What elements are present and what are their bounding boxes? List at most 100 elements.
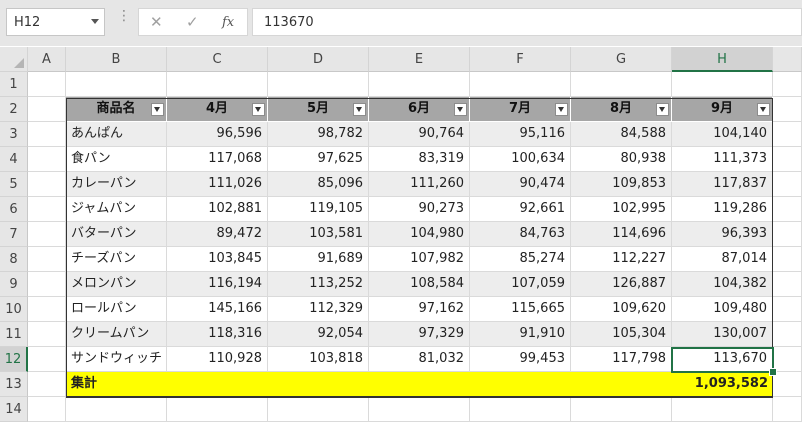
column-header-f[interactable]: F bbox=[470, 47, 571, 72]
sales-value-cell[interactable]: 112,227 bbox=[571, 247, 672, 272]
filter-dropdown-icon[interactable] bbox=[555, 103, 568, 116]
sales-value-cell[interactable]: 92,661 bbox=[470, 197, 571, 222]
cell[interactable] bbox=[773, 322, 802, 347]
sales-value-cell[interactable]: 81,032 bbox=[369, 347, 470, 372]
sales-value-cell[interactable]: 108,584 bbox=[369, 272, 470, 297]
cell[interactable] bbox=[66, 72, 167, 97]
sales-value-cell[interactable]: 113,670 bbox=[672, 347, 773, 372]
sales-value-cell[interactable]: 98,782 bbox=[268, 122, 369, 147]
product-name-cell[interactable]: あんぱん bbox=[66, 122, 167, 147]
product-name-cell[interactable]: カレーパン bbox=[66, 172, 167, 197]
sales-value-cell[interactable]: 96,596 bbox=[167, 122, 268, 147]
sales-value-cell[interactable]: 104,140 bbox=[672, 122, 773, 147]
cell[interactable] bbox=[773, 347, 802, 372]
cell[interactable] bbox=[28, 147, 66, 172]
sales-value-cell[interactable]: 117,798 bbox=[571, 347, 672, 372]
cell[interactable] bbox=[28, 97, 66, 122]
sales-value-cell[interactable]: 110,928 bbox=[167, 347, 268, 372]
table-header-cell[interactable]: 6月 bbox=[369, 97, 470, 122]
cell[interactable] bbox=[268, 72, 369, 97]
cell[interactable] bbox=[773, 72, 802, 97]
filter-dropdown-icon[interactable] bbox=[757, 103, 770, 116]
sales-value-cell[interactable]: 92,054 bbox=[268, 322, 369, 347]
sales-value-cell[interactable]: 96,393 bbox=[672, 222, 773, 247]
cell[interactable] bbox=[672, 72, 773, 97]
filter-dropdown-icon[interactable] bbox=[252, 103, 265, 116]
sales-value-cell[interactable]: 119,286 bbox=[672, 197, 773, 222]
cell[interactable] bbox=[773, 372, 802, 397]
filter-dropdown-icon[interactable] bbox=[454, 103, 467, 116]
cell[interactable] bbox=[167, 397, 268, 422]
cell[interactable] bbox=[773, 122, 802, 147]
cell[interactable] bbox=[66, 397, 167, 422]
sales-value-cell[interactable]: 97,625 bbox=[268, 147, 369, 172]
sales-value-cell[interactable]: 90,474 bbox=[470, 172, 571, 197]
sales-value-cell[interactable]: 95,116 bbox=[470, 122, 571, 147]
sales-value-cell[interactable]: 103,845 bbox=[167, 247, 268, 272]
sales-value-cell[interactable]: 130,007 bbox=[672, 322, 773, 347]
cell[interactable] bbox=[268, 397, 369, 422]
row-header-13[interactable]: 13 bbox=[0, 372, 28, 397]
cell[interactable] bbox=[773, 172, 802, 197]
sales-value-cell[interactable]: 107,982 bbox=[369, 247, 470, 272]
sales-value-cell[interactable]: 103,818 bbox=[268, 347, 369, 372]
cell[interactable] bbox=[28, 347, 66, 372]
cell[interactable] bbox=[773, 222, 802, 247]
sales-value-cell[interactable]: 105,304 bbox=[571, 322, 672, 347]
row-header-12[interactable]: 12 bbox=[0, 347, 28, 372]
cell[interactable] bbox=[773, 97, 802, 122]
row-header-5[interactable]: 5 bbox=[0, 172, 28, 197]
column-header-b[interactable]: B bbox=[66, 47, 167, 72]
cell[interactable] bbox=[672, 397, 773, 422]
product-name-cell[interactable]: ジャムパン bbox=[66, 197, 167, 222]
sales-value-cell[interactable]: 145,166 bbox=[167, 297, 268, 322]
cell[interactable] bbox=[470, 397, 571, 422]
sales-value-cell[interactable]: 89,472 bbox=[167, 222, 268, 247]
product-name-cell[interactable]: バターパン bbox=[66, 222, 167, 247]
sales-value-cell[interactable]: 117,837 bbox=[672, 172, 773, 197]
sales-value-cell[interactable]: 91,910 bbox=[470, 322, 571, 347]
sales-value-cell[interactable]: 117,068 bbox=[167, 147, 268, 172]
cell[interactable] bbox=[28, 222, 66, 247]
sales-value-cell[interactable]: 126,887 bbox=[571, 272, 672, 297]
row-header-9[interactable]: 9 bbox=[0, 272, 28, 297]
sales-value-cell[interactable]: 115,665 bbox=[470, 297, 571, 322]
sales-value-cell[interactable]: 85,096 bbox=[268, 172, 369, 197]
filter-dropdown-icon[interactable] bbox=[656, 103, 669, 116]
sales-value-cell[interactable]: 102,995 bbox=[571, 197, 672, 222]
sales-value-cell[interactable]: 112,329 bbox=[268, 297, 369, 322]
enter-icon[interactable]: ✓ bbox=[186, 13, 199, 31]
cell[interactable] bbox=[369, 397, 470, 422]
table-header-cell[interactable]: 4月 bbox=[167, 97, 268, 122]
column-header-d[interactable]: D bbox=[268, 47, 369, 72]
product-name-cell[interactable]: ロールパン bbox=[66, 297, 167, 322]
cell[interactable] bbox=[28, 172, 66, 197]
sales-value-cell[interactable]: 84,588 bbox=[571, 122, 672, 147]
sales-value-cell[interactable]: 111,260 bbox=[369, 172, 470, 197]
sales-value-cell[interactable]: 107,059 bbox=[470, 272, 571, 297]
sales-value-cell[interactable]: 99,453 bbox=[470, 347, 571, 372]
cell[interactable] bbox=[369, 72, 470, 97]
table-header-cell[interactable]: 5月 bbox=[268, 97, 369, 122]
cell[interactable] bbox=[470, 72, 571, 97]
product-name-cell[interactable]: チーズパン bbox=[66, 247, 167, 272]
drag-handle-icon[interactable]: ⋮ bbox=[117, 9, 131, 23]
cell[interactable] bbox=[773, 197, 802, 222]
cell[interactable] bbox=[28, 372, 66, 397]
cell[interactable] bbox=[28, 122, 66, 147]
select-all-button[interactable] bbox=[0, 47, 28, 72]
row-header-11[interactable]: 11 bbox=[0, 322, 28, 347]
fill-handle[interactable] bbox=[769, 368, 777, 376]
table-header-cell[interactable]: 商品名 bbox=[66, 97, 167, 122]
row-header-1[interactable]: 1 bbox=[0, 72, 28, 97]
cell[interactable] bbox=[773, 247, 802, 272]
column-header-h[interactable]: H bbox=[672, 47, 773, 72]
row-header-10[interactable]: 10 bbox=[0, 297, 28, 322]
cell[interactable] bbox=[167, 72, 268, 97]
product-name-cell[interactable]: 食パン bbox=[66, 147, 167, 172]
column-header-extra[interactable] bbox=[773, 47, 802, 72]
sales-value-cell[interactable]: 83,319 bbox=[369, 147, 470, 172]
cell[interactable] bbox=[28, 72, 66, 97]
column-header-e[interactable]: E bbox=[369, 47, 470, 72]
cell[interactable] bbox=[773, 272, 802, 297]
